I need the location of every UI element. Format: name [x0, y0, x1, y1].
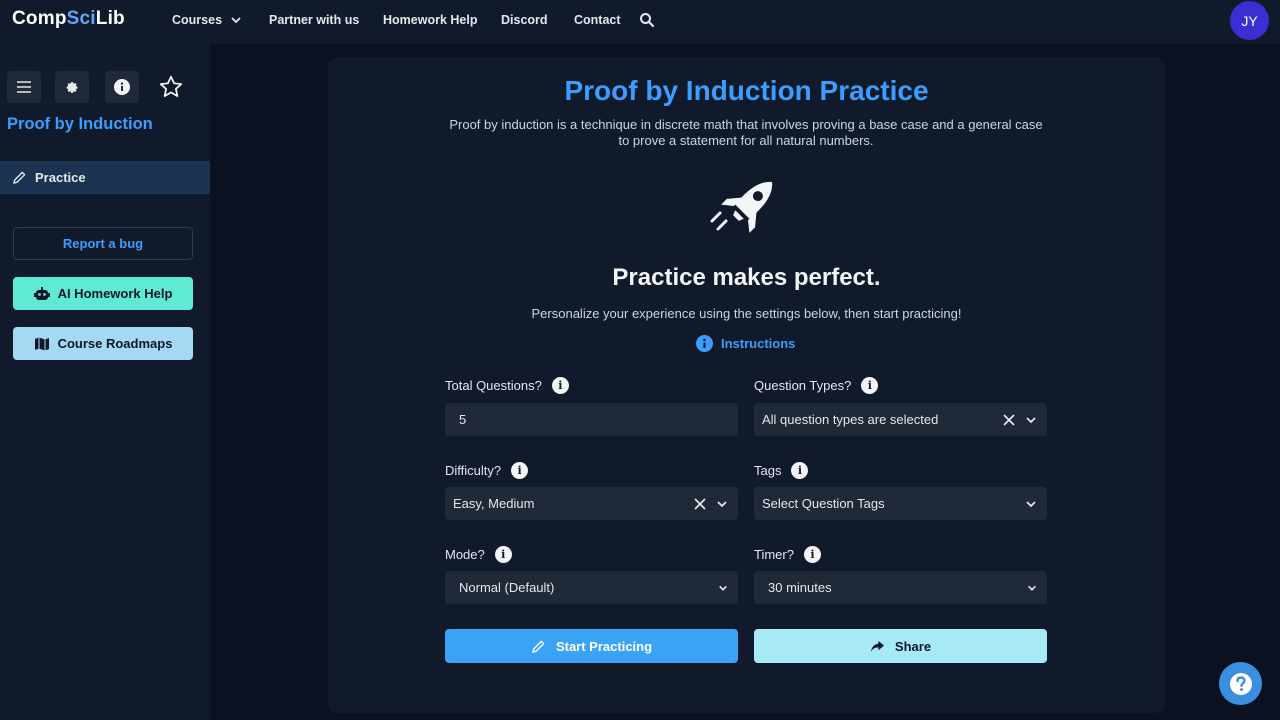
sidebar: Proof by Induction Practice Report a bug…	[0, 44, 210, 720]
pencil-icon	[532, 640, 545, 653]
avatar-initials: JY	[1241, 12, 1258, 29]
pencil-icon	[13, 171, 26, 184]
report-bug-label: Report a bug	[62, 236, 144, 251]
user-avatar[interactable]: JY	[1230, 1, 1269, 40]
question-mark-icon	[1229, 672, 1252, 695]
chevron-down-icon[interactable]	[1025, 498, 1037, 510]
brand-logo[interactable]: CompSciLib	[12, 8, 125, 30]
sidebar-topic-title[interactable]: Proof by Induction	[7, 115, 153, 134]
page-description: Proof by induction is a technique in dis…	[449, 117, 1043, 148]
chevron-down-icon	[1028, 585, 1036, 591]
nav-partner[interactable]: Partner with us	[269, 13, 359, 27]
chevron-down-icon[interactable]	[716, 498, 728, 510]
start-practicing-button[interactable]: Start Practicing	[445, 629, 738, 663]
info-icon	[696, 335, 713, 352]
nav-courses-label: Courses	[172, 13, 223, 27]
chevron-down-icon	[231, 17, 241, 24]
menu-icon[interactable]	[7, 71, 41, 103]
nav-discord[interactable]: Discord	[501, 13, 548, 27]
tags-label: Tags i	[754, 462, 809, 479]
rocket-icon	[708, 171, 788, 246]
share-button[interactable]: Share	[754, 629, 1047, 663]
page-title: Proof by Induction Practice	[564, 75, 929, 106]
top-navbar: CompSciLib Courses Partner with us Homew…	[0, 0, 1280, 44]
help-button[interactable]	[1219, 662, 1262, 705]
total-questions-label: Total Questions? i	[445, 377, 569, 394]
question-types-label-text: Question Types?	[754, 378, 852, 393]
chevron-down-icon[interactable]	[1025, 414, 1037, 426]
star-icon[interactable]	[155, 71, 187, 103]
sidebar-item-practice-label: Practice	[35, 170, 86, 185]
start-practicing-label: Start Practicing	[555, 638, 653, 654]
difficulty-select[interactable]: Easy, Medium	[445, 487, 738, 520]
robot-icon	[33, 286, 50, 300]
chevron-down-icon	[719, 585, 727, 591]
clear-icon[interactable]	[1003, 413, 1015, 426]
difficulty-label: Difficulty? i	[445, 462, 529, 479]
info-icon[interactable]	[105, 71, 139, 103]
question-types-value: All question types are selected	[762, 412, 939, 427]
nav-contact-label: Contact	[574, 13, 621, 27]
map-icon	[34, 337, 49, 350]
nav-homework-help[interactable]: Homework Help	[383, 13, 477, 27]
instructions-label: Instructions	[721, 336, 796, 351]
total-questions-value: 5	[459, 412, 467, 427]
nav-contact[interactable]: Contact	[574, 13, 621, 27]
timer-select[interactable]: 30 minutes	[754, 571, 1047, 604]
timer-label-text: Timer?	[754, 547, 794, 562]
gear-icon[interactable]	[55, 71, 89, 103]
course-roadmaps-label: Course Roadmaps	[57, 336, 173, 351]
practice-card: Proof by Induction Practice Proof by ind…	[328, 57, 1165, 713]
nav-homework-help-label: Homework Help	[383, 13, 478, 27]
info-icon[interactable]: i	[551, 377, 569, 394]
tags-value: Select Question Tags	[762, 496, 885, 511]
timer-label: Timer? i	[754, 546, 821, 563]
ai-homework-help-label: AI Homework Help	[57, 286, 173, 301]
question-types-select[interactable]: All question types are selected	[754, 403, 1047, 436]
practice-heading: Practice makes perfect.	[612, 264, 881, 291]
tags-label-text: Tags	[754, 463, 782, 478]
mode-value: Normal (Default)	[459, 580, 555, 595]
clear-icon[interactable]	[694, 497, 706, 510]
share-label: Share	[894, 638, 932, 654]
tags-select[interactable]: Select Question Tags	[754, 487, 1047, 520]
mode-label-text: Mode?	[445, 547, 485, 562]
question-types-label: Question Types? i	[754, 377, 879, 394]
info-icon[interactable]: i	[791, 462, 809, 479]
course-roadmaps-button[interactable]: Course Roadmaps	[13, 327, 193, 360]
share-icon	[870, 640, 884, 652]
total-questions-input[interactable]: 5	[445, 403, 738, 436]
mode-label: Mode? i	[445, 546, 512, 563]
ai-homework-help-button[interactable]: AI Homework Help	[13, 277, 193, 310]
timer-value: 30 minutes	[768, 580, 832, 595]
info-icon[interactable]: i	[494, 546, 512, 563]
difficulty-value: Easy, Medium	[453, 496, 535, 511]
info-icon[interactable]: i	[861, 377, 879, 394]
nav-courses[interactable]: Courses	[172, 13, 242, 27]
instructions-link[interactable]: Instructions	[696, 335, 795, 352]
info-icon[interactable]: i	[511, 462, 529, 479]
sidebar-item-practice[interactable]: Practice	[0, 161, 210, 194]
search-icon[interactable]	[639, 12, 655, 33]
info-icon[interactable]: i	[803, 546, 821, 563]
report-bug-button[interactable]: Report a bug	[13, 227, 193, 260]
total-questions-label-text: Total Questions?	[445, 378, 542, 393]
mode-select[interactable]: Normal (Default)	[445, 571, 738, 604]
nav-partner-label: Partner with us	[269, 13, 360, 27]
difficulty-label-text: Difficulty?	[445, 463, 502, 478]
practice-subheading: Personalize your experience using the se…	[531, 306, 962, 321]
nav-discord-label: Discord	[501, 13, 548, 27]
